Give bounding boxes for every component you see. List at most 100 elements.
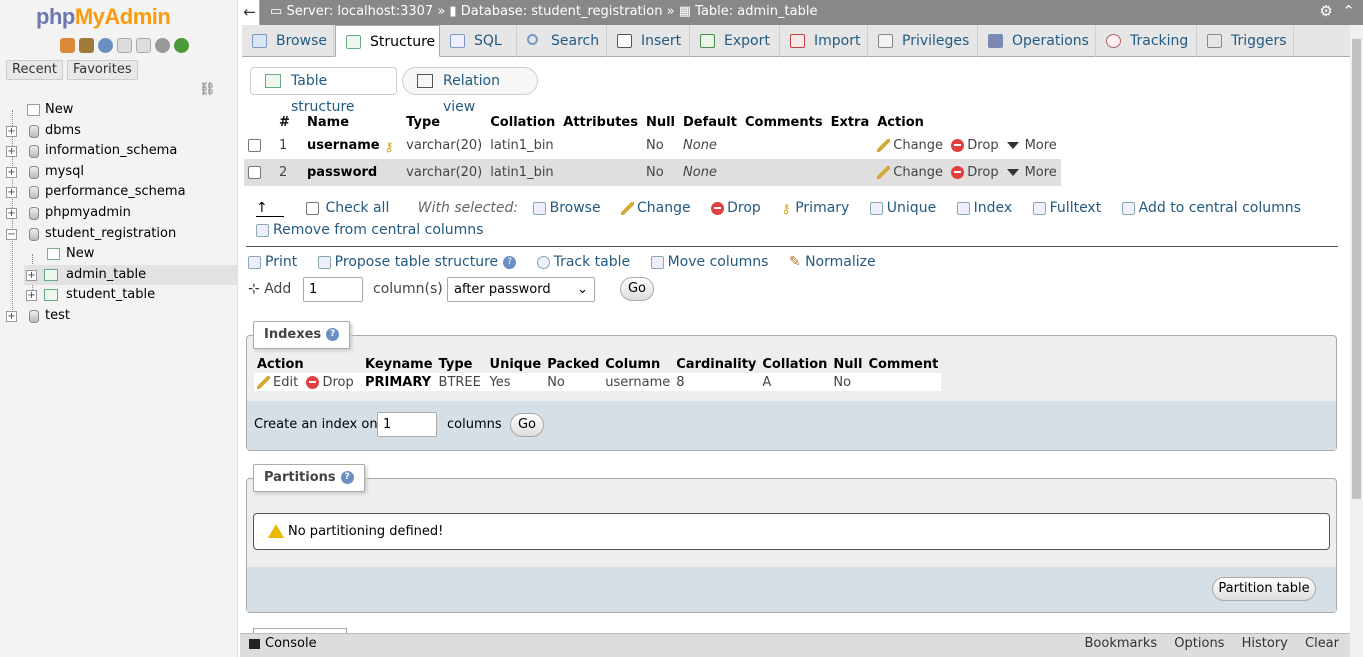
reload-icon[interactable] [174, 38, 189, 53]
chevron-down-icon[interactable] [1006, 169, 1019, 176]
collapse-nav-arrow-icon[interactable]: ← [240, 0, 260, 25]
settings-gear-icon[interactable] [155, 38, 170, 53]
column-position-select[interactable]: after password ⌄ [447, 277, 595, 302]
link-chain-icon[interactable]: ⛓ [199, 82, 216, 97]
console-options[interactable]: Options [1174, 636, 1224, 651]
settings-gear-icon[interactable]: ⚙ [1319, 2, 1332, 20]
check-all-label[interactable]: Check all [325, 200, 389, 216]
tree-item-test[interactable]: + test [0, 306, 238, 327]
new-icon [47, 248, 60, 261]
console-toggle[interactable]: Console [249, 636, 317, 651]
selected-add-central-button[interactable]: Add to central columns [1121, 200, 1301, 216]
propose-structure-button[interactable]: Propose table structure? [317, 254, 517, 270]
add-columns-count-input[interactable] [303, 277, 363, 302]
index-edit-button[interactable]: Edit [257, 375, 298, 390]
docs-icon[interactable] [117, 38, 132, 53]
normalize-button[interactable]: ✎ Normalize [789, 254, 876, 270]
home-icon[interactable] [60, 38, 75, 53]
index-drop-button[interactable]: Drop [306, 375, 354, 390]
favorites-tab[interactable]: Favorites [66, 60, 138, 80]
tab-tracking[interactable]: Tracking [1096, 25, 1197, 57]
tree-item-admin-table[interactable]: + admin_table [24, 264, 238, 286]
help-icon[interactable]: ? [503, 255, 517, 269]
partition-table-button[interactable]: Partition table [1212, 577, 1316, 601]
expand-icon[interactable]: + [26, 290, 37, 302]
scrollbar-thumb[interactable] [1352, 39, 1361, 499]
console-bookmarks[interactable]: Bookmarks [1085, 636, 1158, 651]
vertical-scrollbar[interactable] [1350, 25, 1363, 657]
tab-sql[interactable]: SQL [440, 25, 517, 57]
breadcrumb-server[interactable]: Server: localhost:3307 [286, 4, 433, 19]
index-keyname: PRIMARY [362, 373, 436, 391]
tree-item-information-schema[interactable]: + information_schema [0, 141, 238, 162]
selected-fulltext-button[interactable]: Fulltext [1032, 200, 1101, 216]
tree-item-new-table[interactable]: New [0, 244, 238, 265]
console-clear[interactable]: Clear [1305, 636, 1339, 651]
tab-insert[interactable]: Insert [607, 25, 690, 57]
breadcrumb-table[interactable]: Table: admin_table [695, 4, 817, 19]
tree-item-performance-schema[interactable]: + performance_schema [0, 182, 238, 203]
phpmyadmin-logo[interactable]: phpMyAdmin [36, 4, 171, 30]
change-button[interactable]: Change [877, 165, 943, 180]
wand-icon: ✎ [788, 254, 801, 270]
print-button[interactable]: Print [248, 254, 297, 270]
more-button[interactable]: More [1025, 165, 1057, 180]
expand-icon[interactable]: + [6, 310, 17, 322]
add-columns-row: ⊹ Add [248, 281, 291, 297]
help-icon[interactable]: ? [326, 328, 340, 341]
subtab-relation-view[interactable]: Relation view [402, 67, 538, 115]
drop-button[interactable]: Drop [951, 138, 999, 153]
selected-unique-button[interactable]: Unique [869, 200, 936, 216]
row-checkbox[interactable] [248, 139, 261, 152]
tab-export[interactable]: Export [690, 25, 780, 57]
breadcrumb-database[interactable]: Database: student_registration [461, 4, 663, 19]
create-index-go-button[interactable]: Go [510, 413, 544, 437]
row-checkbox[interactable] [248, 166, 261, 179]
breadcrumb-bar: ← ▭ Server: localhost:3307 » ▮ Database:… [240, 0, 1363, 25]
subtab-table-structure[interactable]: Table structure [250, 67, 397, 115]
expand-icon[interactable]: + [6, 207, 17, 219]
tab-operations[interactable]: Operations [978, 25, 1096, 57]
tree-item-student-registration[interactable]: − student_registration [0, 224, 238, 245]
tab-browse[interactable]: Browse [242, 25, 334, 57]
tree-item-new[interactable]: New [0, 100, 238, 121]
collapse-top-icon[interactable]: ⌃ [1342, 2, 1355, 20]
remove-central-button[interactable]: Remove from central columns [256, 222, 483, 238]
tree-item-phpmyadmin[interactable]: + phpmyadmin [0, 203, 238, 224]
add-columns-go-button[interactable]: Go [620, 277, 654, 301]
tab-privileges[interactable]: Privileges [868, 25, 978, 57]
tree-item-student-table[interactable]: + student_table [0, 285, 238, 306]
change-button[interactable]: Change [877, 138, 943, 153]
collapse-icon[interactable]: − [6, 228, 17, 240]
expand-icon[interactable]: + [6, 146, 17, 158]
help-icon[interactable]: ? [340, 471, 354, 484]
expand-icon[interactable]: + [26, 269, 37, 281]
drop-button[interactable]: Drop [951, 165, 999, 180]
selected-change-button[interactable]: Change [621, 200, 691, 216]
tree-item-mysql[interactable]: + mysql [0, 162, 238, 183]
col-header-name[interactable]: Name [303, 113, 403, 132]
selected-primary-button[interactable]: ⚷ Primary [781, 200, 849, 217]
selected-index-button[interactable]: Index [956, 200, 1012, 216]
selected-drop-button[interactable]: Drop [711, 200, 761, 216]
recent-tab[interactable]: Recent [6, 60, 63, 80]
console-history[interactable]: History [1242, 636, 1288, 651]
tab-triggers[interactable]: Triggers [1197, 25, 1294, 57]
tab-import[interactable]: Import [780, 25, 868, 57]
expand-icon[interactable]: + [6, 125, 17, 137]
docs-icon-2[interactable] [136, 38, 151, 53]
create-index-count-input[interactable] [377, 412, 437, 437]
tab-search[interactable]: Search [517, 25, 607, 57]
check-all-checkbox[interactable] [306, 201, 320, 215]
expand-icon[interactable]: + [6, 166, 17, 178]
expand-icon[interactable]: + [6, 187, 17, 199]
tree-item-dbms[interactable]: + dbms [0, 121, 238, 142]
track-table-button[interactable]: Track table [536, 254, 630, 270]
tab-structure[interactable]: Structure [335, 25, 440, 57]
move-columns-button[interactable]: Move columns [650, 254, 768, 270]
chevron-down-icon[interactable] [1006, 142, 1019, 149]
logout-icon[interactable] [79, 38, 94, 53]
selected-browse-button[interactable]: Browse [532, 200, 601, 216]
more-button[interactable]: More [1025, 138, 1057, 153]
query-help-icon[interactable] [98, 38, 113, 53]
